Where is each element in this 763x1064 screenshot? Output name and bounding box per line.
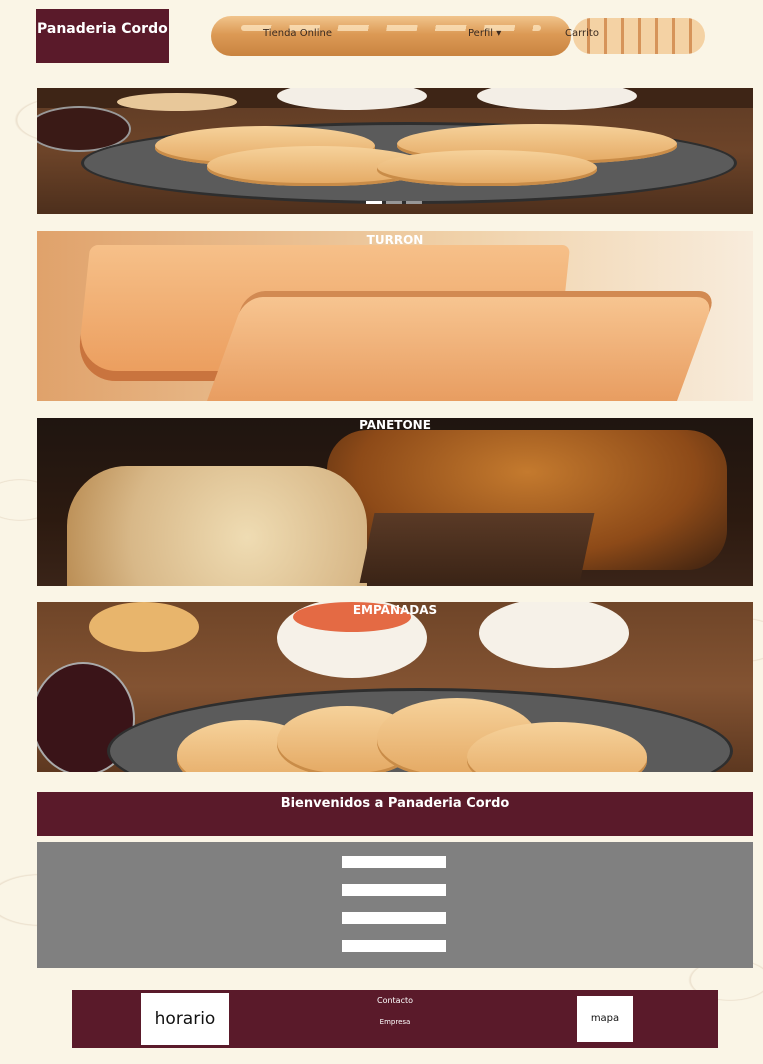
turron-banner[interactable]: TURRON [37,231,753,401]
contact-form [37,842,753,968]
empanadas-banner[interactable]: EMPANADAS [37,602,753,772]
telefono-input[interactable] [342,912,446,924]
carousel-indicator[interactable] [386,201,402,204]
carousel-indicators [366,201,426,205]
footer: horario Contacto Empresa mapa [72,990,718,1048]
glass-graphic [117,93,237,111]
brand-logo[interactable]: Panaderia Cordo [36,9,169,63]
turron-slice-graphic [206,291,718,401]
panetone-title: PANETONE [359,418,431,432]
carousel-indicator-active[interactable] [366,201,382,204]
apellido-input[interactable] [342,884,446,896]
texto-input[interactable] [342,940,446,952]
welcome-section: Bienvenidos a Panaderia Cordo [37,792,753,836]
welcome-title: Bienvenidos a Panaderia Cordo [280,796,510,811]
panetone-graphic [67,466,367,586]
brand-name: Panaderia Cordo [37,21,168,37]
main-nav: Tienda Online Perfil ▾ Carrito [211,16,705,56]
empanada-graphic [377,150,597,186]
carousel-indicator[interactable] [406,201,422,204]
nav-perfil-dropdown[interactable]: Perfil ▾ [468,28,501,39]
mapa-box[interactable]: mapa [577,996,633,1042]
nav-tienda-online[interactable]: Tienda Online [263,28,332,39]
nombre-input[interactable] [342,856,446,868]
nav-carrito[interactable]: Carrito [565,28,599,39]
carousel-banner[interactable] [37,88,753,214]
turron-title: TURRON [366,233,424,247]
empanadas-title: EMPANADAS [352,603,438,617]
panetone-banner[interactable]: PANETONE [37,418,753,586]
bread-slices-graphic [359,513,595,583]
